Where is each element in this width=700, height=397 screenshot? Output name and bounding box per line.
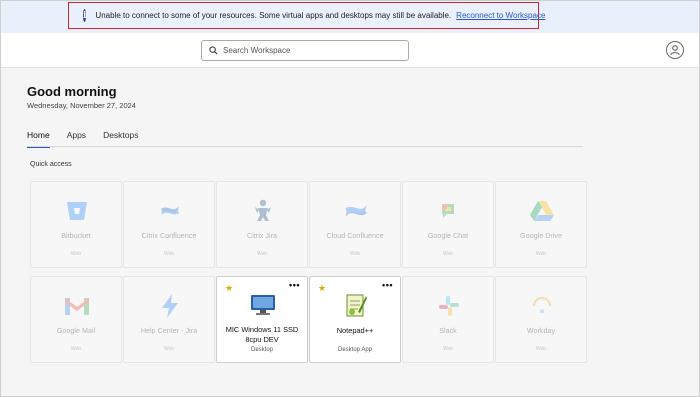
app-tile-type: Web [349,251,361,257]
slack-icon [433,294,465,318]
app-tile-bitbucket[interactable]: Bitbucket Web [30,181,122,268]
gmail-icon [61,294,93,318]
app-tile-type: Web [163,251,175,257]
app-tile-google-chat[interactable]: Google Chat Web [402,181,494,268]
top-header [0,33,700,68]
notepad-plus-plus-icon [340,293,372,317]
app-tile-citrix-confluence[interactable]: Citrix Confluence Web [123,181,215,268]
app-tile-type: Web [442,251,454,257]
app-tile-name: Slack [439,326,457,335]
app-tile-type: Desktop App [337,347,373,353]
person-icon [670,45,680,56]
app-tile-type: Web [535,346,547,352]
app-tile-type: Desktop [250,347,273,353]
app-tile-cloud-confluence[interactable]: Cloud Confluence Web [309,181,401,268]
app-tile-name: Citrix Confluence [141,231,197,240]
google-chat-icon [433,199,465,223]
app-tile-name: Workday [526,326,556,335]
app-tile-name: Google Drive [520,231,562,240]
google-drive-icon [526,199,558,223]
search-input[interactable] [223,46,393,55]
app-tile-google-drive[interactable]: Google Drive Web [495,181,587,268]
app-tile-slack[interactable]: Slack Web [402,276,494,363]
desktop-icon [247,293,279,317]
reconnect-link[interactable]: Reconnect to Workspace [456,11,545,20]
user-avatar[interactable] [666,41,684,59]
workday-icon: w [526,294,558,318]
more-options-button[interactable]: ••• [382,280,393,290]
confluence-icon [154,199,186,223]
banner-message: Unable to connect to some of your resour… [95,11,452,20]
more-options-button[interactable]: ••• [289,280,300,290]
info-icon: i [83,9,87,22]
jira-icon [247,199,279,223]
app-tile-type: Web [256,251,268,257]
app-tile-google-mail[interactable]: Google Mail Web [30,276,122,363]
app-tile-workday[interactable]: w Workday Web [495,276,587,363]
bitbucket-icon [61,199,93,223]
app-tile-type: Web [442,346,454,352]
greeting-title: Good morning [27,84,117,99]
tabs-divider [27,146,583,147]
app-tile-citrix-jira[interactable]: Citrix Jira Web [216,181,308,268]
app-tile-name: Google Chat [427,231,469,240]
app-tile-name: Cloud Confluence [326,231,384,240]
greeting-date: Wednesday, November 27, 2024 [27,101,136,110]
app-tile-type: Web [535,251,547,257]
app-tile-name: Google Mail [56,326,96,335]
connection-banner: i Unable to connect to some of your reso… [0,0,700,33]
connection-warning: i Unable to connect to some of your reso… [68,2,545,29]
svg-text:w: w [539,309,545,315]
app-tile-name: Citrix Jira [247,231,277,240]
app-tile-name: MIC Windows 11 SSD 8cpu DEV [225,325,299,344]
app-tile-type: Web [70,251,82,257]
app-tile-name: Help Center - Jira [140,326,198,335]
app-tile-name: Bitbucket [61,231,91,240]
app-tile-help-center-jira[interactable]: Help Center - Jira Web [123,276,215,363]
favorite-star-icon[interactable]: ★ [318,284,326,293]
bolt-icon [154,294,186,318]
app-tile-mic-windows-desktop[interactable]: ★ ••• MIC Windows 11 SSD 8cpu DEV Deskto… [216,276,308,363]
app-tile-type: Web [70,346,82,352]
app-tile-name: Notepad++ [336,326,374,335]
favorite-star-icon[interactable]: ★ [225,284,233,293]
search-box[interactable] [201,40,409,61]
app-tile-notepad-plus-plus[interactable]: ★ ••• Notepad++ Desktop App [309,276,401,363]
app-tile-type: Web [163,346,175,352]
search-icon [209,46,218,55]
confluence-icon [340,199,372,223]
quick-access-heading: Quick access [30,161,72,168]
